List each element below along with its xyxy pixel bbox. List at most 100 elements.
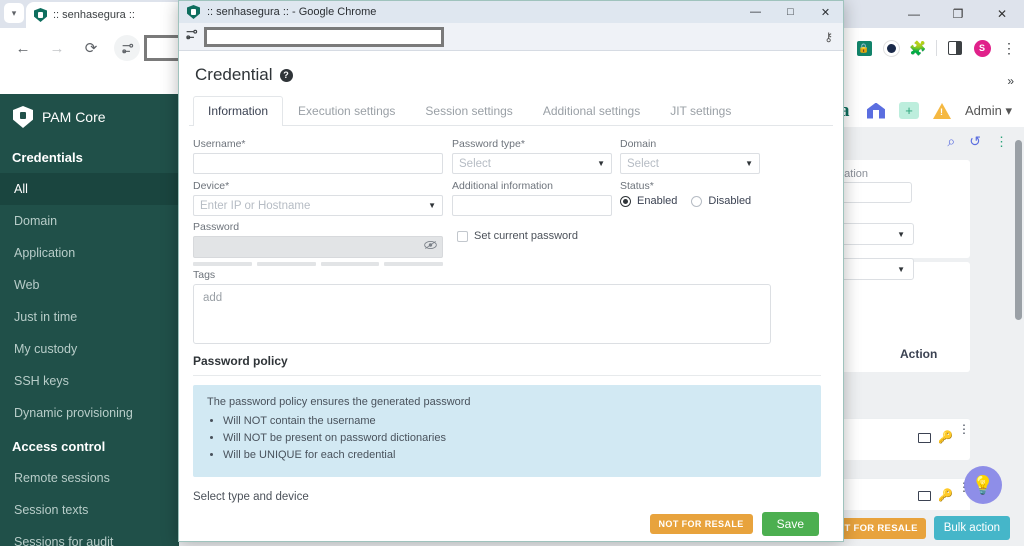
sidebar-item-web[interactable]: Web xyxy=(0,269,179,301)
pam-core-shield-icon xyxy=(13,106,33,128)
domain-field-group: Domain Select ▼ xyxy=(620,138,760,174)
password-type-select[interactable]: Select ▼ xyxy=(452,153,612,174)
side-panel-icon[interactable] xyxy=(946,39,964,57)
help-tip-fab[interactable]: 💡 xyxy=(964,466,1002,504)
password-input[interactable] xyxy=(193,236,443,258)
domain-select[interactable]: Select ▼ xyxy=(620,153,760,174)
refresh-icon[interactable]: ↺ xyxy=(969,133,981,150)
username-label: Username* xyxy=(193,138,246,150)
warning-icon[interactable] xyxy=(932,102,951,119)
profile-avatar[interactable]: S xyxy=(973,39,991,57)
background-browser-tab[interactable]: :: senhasegura :: xyxy=(26,2,184,28)
key-icon[interactable]: 🔑 xyxy=(938,430,953,444)
admin-menu[interactable]: Admin ▾ xyxy=(965,103,1012,119)
status-enabled-radio[interactable] xyxy=(620,195,631,207)
domain-value: Select xyxy=(627,157,659,170)
username-input[interactable] xyxy=(193,153,443,174)
tab-information[interactable]: Information xyxy=(193,96,284,126)
tab-additional-settings[interactable]: Additional settings xyxy=(528,96,655,126)
popup-tune-icon[interactable] xyxy=(185,28,198,46)
popup-minimize-button[interactable]: — xyxy=(738,1,773,23)
sidebar-item-application[interactable]: Application xyxy=(0,237,179,269)
list-kebab-icon[interactable]: ⋮ xyxy=(995,135,1008,148)
save-button[interactable]: Save xyxy=(761,512,819,536)
status-label: Status* xyxy=(620,180,654,192)
reload-button[interactable]: ⟳ xyxy=(76,33,106,63)
sidebar-item-ssh-keys[interactable]: SSH keys xyxy=(0,365,179,397)
sidebar-item-all[interactable]: All xyxy=(0,173,179,205)
tags-placeholder: add xyxy=(203,292,223,304)
popup-window-title: :: senhasegura :: - Google Chrome xyxy=(207,6,377,18)
chevron-down-icon-domain: ▼ xyxy=(745,159,753,168)
monitor-icon[interactable] xyxy=(918,433,931,443)
password-label: Password xyxy=(193,221,240,233)
sidebar-product-name: PAM Core xyxy=(42,109,106,125)
tab-search-chevron-icon[interactable]: ▾ xyxy=(4,3,24,23)
help-icon[interactable]: ? xyxy=(279,68,293,82)
tags-label: Tags xyxy=(193,269,216,281)
background-extension-tray: 🔒 🧩 S ⋮ xyxy=(855,28,1018,68)
set-current-password-label: Set current password xyxy=(474,230,578,242)
forward-button[interactable]: → xyxy=(42,33,72,63)
password-policy-box: The password policy ensures the generate… xyxy=(193,385,821,477)
password-policy-section: Password policy The password policy ensu… xyxy=(193,354,821,503)
strength-segment-4 xyxy=(384,262,443,266)
additional-information-input[interactable] xyxy=(452,195,612,216)
background-close-button[interactable]: ✕ xyxy=(980,0,1024,28)
monitor-icon-2[interactable] xyxy=(918,491,931,501)
bulk-action-button[interactable]: Bulk action xyxy=(933,516,1010,540)
policy-rule-1: Will NOT contain the username xyxy=(223,414,807,430)
row-kebab-icon[interactable]: ⋮ xyxy=(958,423,970,435)
password-type-label: Password type* xyxy=(452,138,525,150)
home-icon[interactable] xyxy=(866,102,885,119)
tune-icon[interactable] xyxy=(114,35,140,61)
chevron-down-icon-pwdtype: ▼ xyxy=(597,159,605,168)
tab-session-settings[interactable]: Session settings xyxy=(410,96,527,126)
sidebar-item-domain[interactable]: Domain xyxy=(0,205,179,237)
background-minimize-button[interactable]: — xyxy=(892,0,936,28)
background-maximize-button[interactable]: ❐ xyxy=(936,0,980,28)
sidebar-item-my-custody[interactable]: My custody xyxy=(0,333,179,365)
tab-execution-settings[interactable]: Execution settings xyxy=(283,96,410,126)
set-current-password-checkbox[interactable] xyxy=(457,230,468,242)
tags-input[interactable]: add xyxy=(193,284,771,344)
search-icon[interactable]: ⌕ xyxy=(947,133,955,150)
device-select[interactable]: Enter IP or Hostname ▼ xyxy=(193,195,443,216)
extensions-puzzle-icon[interactable]: 🧩 xyxy=(909,39,927,57)
add-icon[interactable]: + xyxy=(898,102,919,119)
tags-field-group: Tags add xyxy=(193,269,771,344)
tab-bar: Information Execution settings Session s… xyxy=(189,95,833,126)
password-manager-extension-icon[interactable]: 🔒 xyxy=(855,39,873,57)
chrome-menu-icon[interactable]: ⋮ xyxy=(1000,39,1018,57)
tab-jit-settings[interactable]: JIT settings xyxy=(655,96,746,126)
popup-favicon-icon xyxy=(187,5,200,19)
popup-maximize-button[interactable]: □ xyxy=(773,1,808,23)
sidebar-item-dynamic-provisioning[interactable]: Dynamic provisioning xyxy=(0,397,179,429)
password-policy-intro: The password policy ensures the generate… xyxy=(207,396,471,408)
bookmarks-overflow-button[interactable]: » xyxy=(1007,68,1014,94)
password-field-group: Password xyxy=(193,221,443,266)
sidebar-section-credentials: Credentials xyxy=(12,150,83,165)
background-tab-title: :: senhasegura :: xyxy=(53,9,135,21)
popup-title-bar[interactable]: :: senhasegura :: - Google Chrome — □ ✕ xyxy=(179,1,843,23)
status-disabled-radio[interactable] xyxy=(691,195,703,207)
strength-segment-2 xyxy=(256,262,316,266)
security-extension-icon[interactable] xyxy=(882,39,900,57)
password-strength-meter xyxy=(193,262,443,266)
popup-address-input[interactable] xyxy=(204,26,444,47)
sidebar-item-sessions-for-audit[interactable]: Sessions for audit xyxy=(0,526,179,546)
sidebar-item-remote-sessions[interactable]: Remote sessions xyxy=(0,462,179,494)
popup-close-button[interactable]: ✕ xyxy=(808,1,843,23)
sidebar-item-session-texts[interactable]: Session texts xyxy=(0,494,179,526)
sidebar-item-just-in-time[interactable]: Just in time xyxy=(0,301,179,333)
key-icon-2[interactable]: 🔑 xyxy=(938,488,953,502)
back-button[interactable]: ← xyxy=(8,33,38,63)
set-current-password-row[interactable]: Set current password xyxy=(457,230,578,242)
admin-caret-icon: ▾ xyxy=(1005,102,1012,118)
sidebar-brand: PAM Core xyxy=(0,94,179,140)
page-scrollbar[interactable] xyxy=(1015,140,1022,320)
password-key-icon[interactable]: ⚷ xyxy=(824,30,833,44)
eye-icon[interactable] xyxy=(424,240,437,253)
device-label: Device* xyxy=(193,180,230,192)
status-enabled-label: Enabled xyxy=(637,195,678,207)
